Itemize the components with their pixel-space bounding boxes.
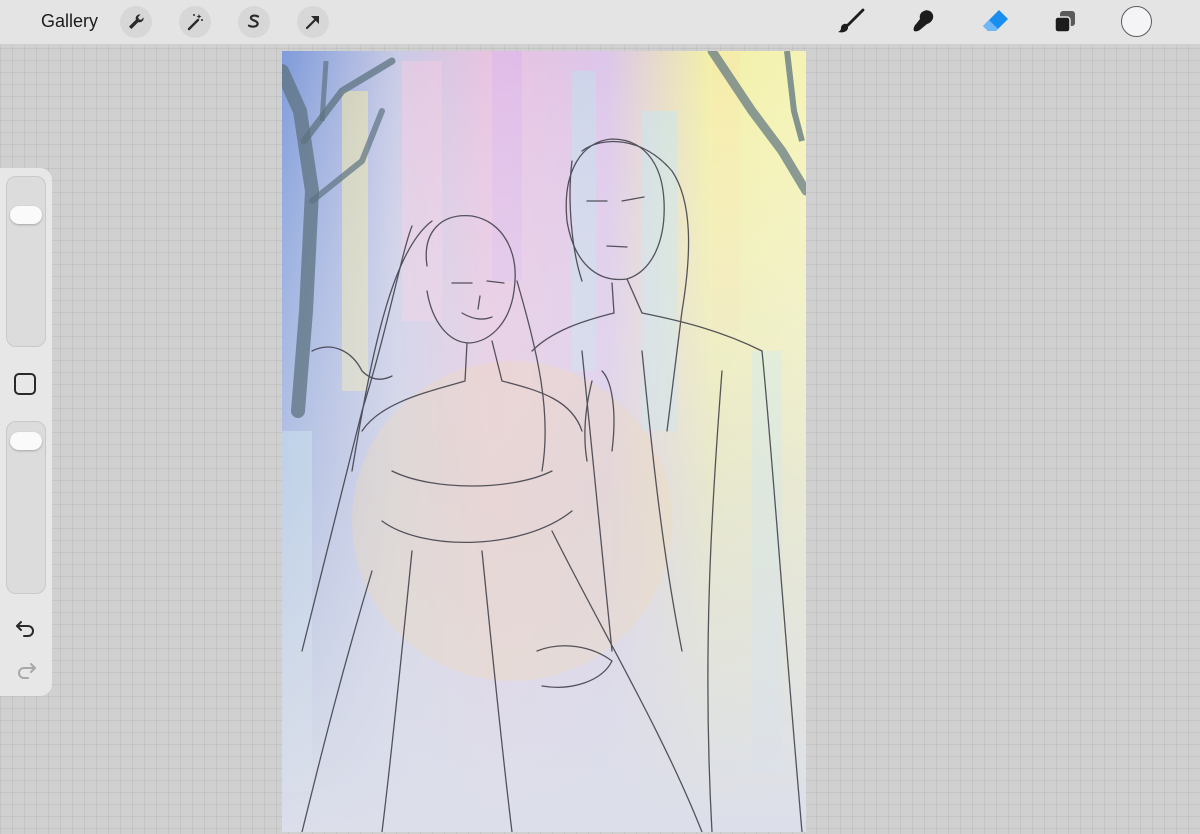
redo-arrow-icon [18, 663, 36, 679]
brush-size-thumb[interactable] [10, 206, 42, 225]
brush-icon [838, 8, 865, 33]
brush-size-slider[interactable] [6, 176, 46, 347]
actions-button[interactable] [120, 6, 152, 38]
transform-button[interactable] [297, 6, 329, 38]
artwork-sketch [282, 51, 806, 832]
wrench-icon [129, 14, 144, 29]
undo-arrow-icon [16, 621, 34, 637]
left-sidebar [0, 168, 52, 696]
magic-wand-icon [187, 14, 203, 31]
adjustments-button[interactable] [179, 6, 211, 38]
gallery-button[interactable]: Gallery [41, 11, 98, 32]
undo-button[interactable] [12, 616, 40, 640]
eraser-icon [983, 10, 1008, 31]
smudge-icon [913, 10, 934, 32]
redo-button[interactable] [12, 658, 40, 682]
drawing-canvas[interactable] [282, 51, 806, 832]
smudge-tool-button[interactable] [906, 6, 940, 38]
modify-button[interactable] [14, 373, 36, 395]
top-toolbar: Gallery [0, 0, 1200, 45]
selection-s-icon [247, 14, 260, 28]
layers-icon [1054, 11, 1075, 33]
color-picker-button[interactable] [1121, 6, 1152, 37]
layers-button[interactable] [1048, 6, 1082, 38]
transform-arrow-icon [305, 16, 319, 30]
brush-tool-button[interactable] [834, 6, 868, 38]
selection-button[interactable] [238, 6, 270, 38]
opacity-slider[interactable] [6, 421, 46, 594]
opacity-thumb[interactable] [10, 432, 42, 451]
eraser-tool-button[interactable] [978, 6, 1012, 38]
